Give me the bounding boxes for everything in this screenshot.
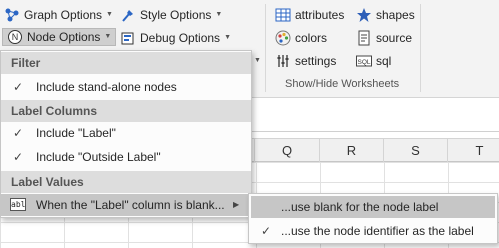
graph-icon bbox=[4, 7, 20, 23]
table-icon bbox=[275, 7, 291, 23]
include-standalone-item[interactable]: ✓ Include stand-alone nodes bbox=[1, 76, 251, 98]
settings-icon bbox=[275, 53, 291, 69]
star-icon bbox=[356, 7, 372, 23]
svg-text:N: N bbox=[12, 32, 19, 42]
chevron-down-icon: ▼ bbox=[106, 11, 113, 18]
chevron-down-icon: ▼ bbox=[224, 34, 231, 41]
debug-icon bbox=[120, 30, 136, 46]
source-button[interactable]: source bbox=[356, 29, 412, 47]
use-blank-item[interactable]: ...use blank for the node label bbox=[251, 196, 495, 218]
text-field-icon: abl bbox=[10, 198, 26, 211]
column-header-q[interactable]: Q bbox=[255, 139, 320, 162]
use-identifier-label: ...use the node identifier as the label bbox=[281, 224, 474, 238]
colors-button[interactable]: colors bbox=[275, 29, 327, 47]
colors-label: colors bbox=[295, 31, 328, 45]
attributes-label: attributes bbox=[295, 8, 345, 22]
column-header-r[interactable]: R bbox=[320, 139, 384, 162]
group-separator bbox=[420, 4, 421, 92]
include-outside-label-item[interactable]: ✓ Include "Outside Label" bbox=[1, 146, 251, 168]
include-outside-label-label: Include "Outside Label" bbox=[36, 150, 161, 164]
debug-options-button[interactable]: Debug Options ▼ bbox=[120, 29, 231, 47]
chevron-down-icon: ▼ bbox=[254, 57, 261, 64]
palette-icon bbox=[275, 30, 291, 46]
checkmark-icon: ✓ bbox=[13, 150, 24, 164]
group-label: Show/Hide Worksheets bbox=[285, 78, 400, 90]
attributes-button[interactable]: attributes bbox=[275, 6, 344, 24]
chevron-down-icon: ▼ bbox=[215, 11, 223, 18]
label-values-submenu: ...use blank for the node label ✓ ...use… bbox=[248, 193, 498, 244]
settings-label: settings bbox=[295, 54, 337, 68]
blank-label-item[interactable]: abl When the "Label" column is blank... … bbox=[1, 194, 251, 216]
source-label: source bbox=[376, 31, 413, 45]
column-header-t[interactable]: T bbox=[448, 139, 499, 162]
sql-icon: SQL bbox=[356, 53, 372, 69]
checkmark-icon: ✓ bbox=[13, 126, 24, 140]
label-values-header: Label Values bbox=[1, 171, 251, 193]
column-header-s[interactable]: S bbox=[384, 139, 448, 162]
include-label-label: Include "Label" bbox=[36, 126, 116, 140]
label-columns-header: Label Columns bbox=[1, 100, 251, 122]
include-label-item[interactable]: ✓ Include "Label" bbox=[1, 122, 251, 144]
sql-button[interactable]: SQL sql bbox=[356, 52, 391, 70]
svg-text:SQL: SQL bbox=[357, 59, 370, 66]
document-icon bbox=[356, 30, 372, 46]
use-identifier-item[interactable]: ✓ ...use the node identifier as the labe… bbox=[251, 220, 495, 242]
style-options-button[interactable]: Style Options ▼ bbox=[120, 6, 222, 24]
use-blank-label: ...use blank for the node label bbox=[281, 200, 439, 214]
shapes-button[interactable]: shapes bbox=[356, 6, 415, 24]
sql-label: sql bbox=[376, 54, 392, 68]
chevron-down-icon: ▼ bbox=[104, 33, 112, 40]
checkmark-icon: ✓ bbox=[13, 80, 24, 94]
graph-options-button[interactable]: Graph Options ▼ bbox=[4, 6, 113, 24]
style-options-label: Style Options bbox=[140, 8, 212, 22]
include-standalone-label: Include stand-alone nodes bbox=[36, 80, 177, 94]
group-separator bbox=[265, 4, 266, 92]
blank-label-text: When the "Label" column is blank... bbox=[36, 198, 225, 212]
node-options-button[interactable]: N Node Options ▼ bbox=[2, 28, 117, 46]
shapes-label: shapes bbox=[376, 8, 415, 22]
node-options-menu: Filter ✓ Include stand-alone nodes Label… bbox=[0, 50, 252, 218]
node-options-label: Node Options bbox=[27, 30, 101, 44]
debug-options-label: Debug Options bbox=[140, 31, 221, 45]
settings-button[interactable]: settings bbox=[275, 52, 336, 70]
node-icon: N bbox=[7, 29, 23, 45]
graph-options-label: Graph Options bbox=[24, 8, 103, 22]
brush-icon bbox=[120, 7, 136, 23]
chevron-right-icon: ▶ bbox=[233, 200, 240, 209]
filter-header: Filter bbox=[1, 52, 251, 74]
checkmark-icon: ✓ bbox=[261, 224, 272, 238]
